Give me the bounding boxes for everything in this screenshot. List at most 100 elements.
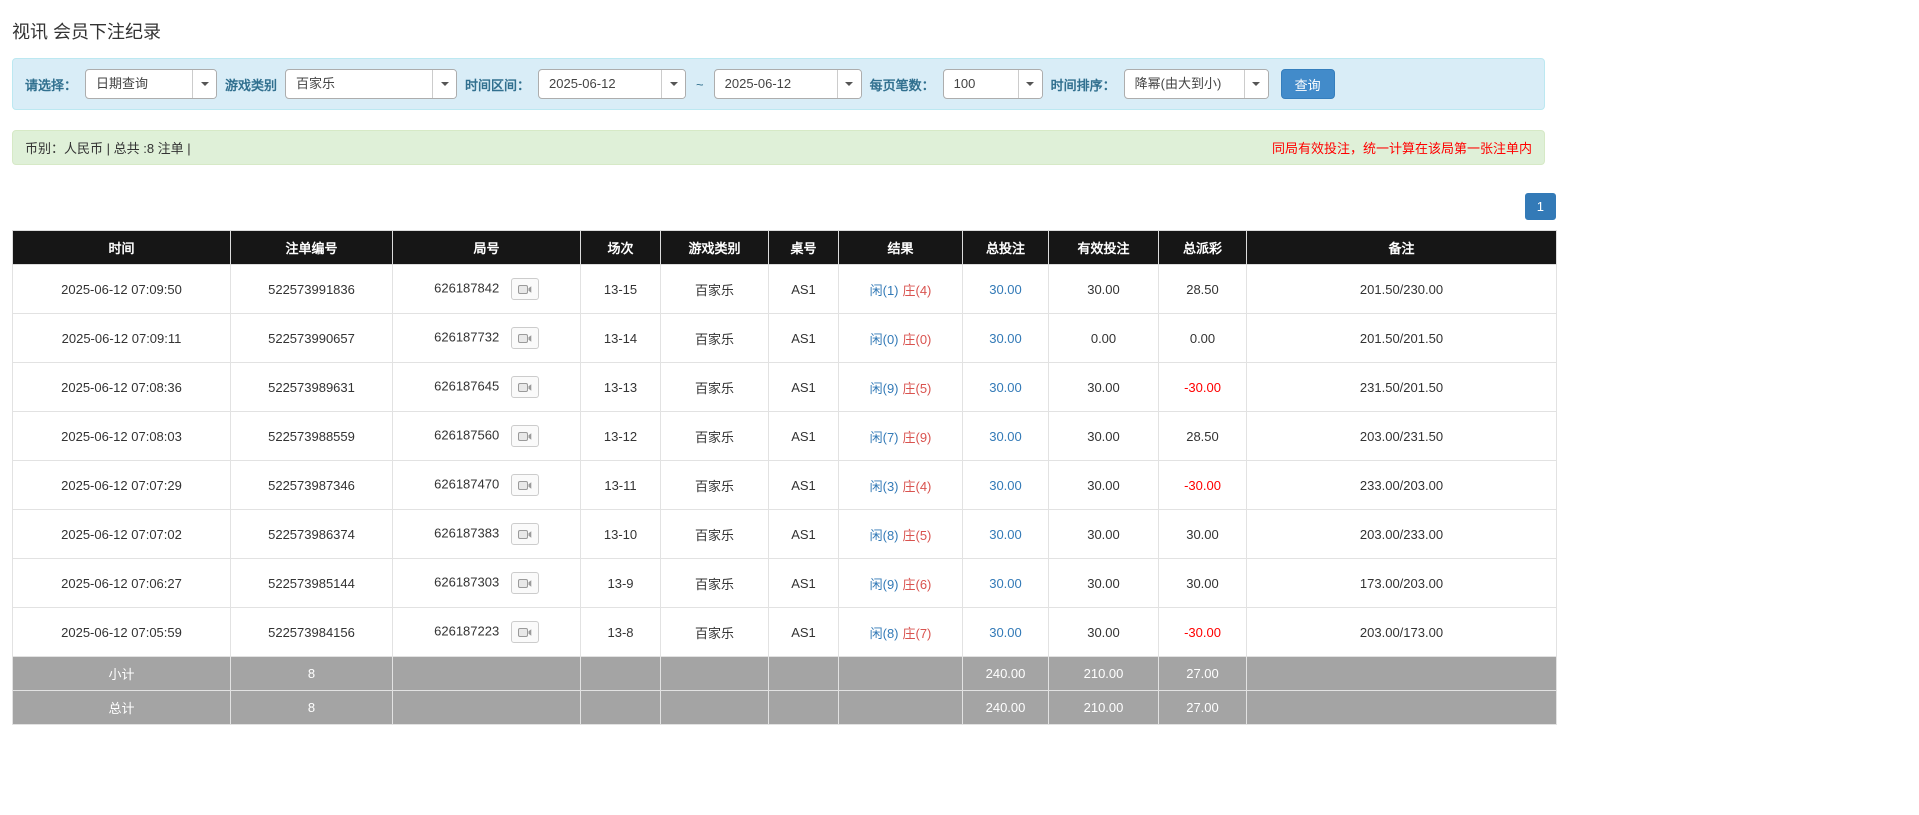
total-count: 8 [231,691,393,725]
header-time: 时间 [13,231,231,265]
subtotal-empty [393,657,581,691]
cell-total-bet: 30.00 [963,314,1049,363]
table-row: 2025-06-12 07:08:03 522573988559 6261875… [13,412,1557,461]
cell-result: 闲(9)庄(5) [839,363,963,412]
cell-time: 2025-06-12 07:07:02 [13,510,231,559]
chevron-down-icon [1018,70,1042,98]
total-bet-link[interactable]: 30.00 [989,331,1022,346]
cell-note: 203.00/173.00 [1247,608,1557,657]
video-replay-icon[interactable] [511,621,539,643]
cell-total-bet: 30.00 [963,608,1049,657]
header-round: 局号 [393,231,581,265]
video-replay-icon[interactable] [511,376,539,398]
query-mode-select[interactable]: 日期查询 [85,69,217,99]
cell-valid-bet: 30.00 [1049,510,1159,559]
cell-session: 13-9 [581,559,661,608]
total-empty [661,691,769,725]
result-player: 闲(9) [870,577,899,592]
result-banker: 庄(5) [903,528,932,543]
cell-round: 626187645 [393,363,581,412]
video-replay-icon[interactable] [511,523,539,545]
result-banker: 庄(4) [903,283,932,298]
table-row: 2025-06-12 07:06:27 522573985144 6261873… [13,559,1557,608]
round-number: 626187842 [434,280,499,295]
cell-time: 2025-06-12 07:06:27 [13,559,231,608]
summary-bar: 币别：人民币 | 总共 :8 注单 | 同局有效投注，统一计算在该局第一张注单内 [12,130,1545,165]
cell-bet-id: 522573987346 [231,461,393,510]
page-title: 视讯 会员下注纪录 [12,18,1545,44]
cell-note: 201.50/201.50 [1247,314,1557,363]
valid-bet-note: 同局有效投注，统一计算在该局第一张注单内 [1272,138,1532,157]
result-player: 闲(8) [870,528,899,543]
subtotal-row: 小计 8 240.00 210.00 27.00 [13,657,1557,691]
per-page-label: 每页笔数： [870,75,935,94]
cell-bet-id: 522573989631 [231,363,393,412]
cell-time: 2025-06-12 07:07:29 [13,461,231,510]
total-bet-link[interactable]: 30.00 [989,527,1022,542]
table-row: 2025-06-12 07:09:50 522573991836 6261878… [13,265,1557,314]
video-replay-icon[interactable] [511,327,539,349]
result-player: 闲(1) [870,283,899,298]
cell-table: AS1 [769,265,839,314]
subtotal-count: 8 [231,657,393,691]
table-row: 2025-06-12 07:07:02 522573986374 6261873… [13,510,1557,559]
cell-table: AS1 [769,510,839,559]
total-bet-link[interactable]: 30.00 [989,625,1022,640]
total-empty [839,691,963,725]
table-row: 2025-06-12 07:07:29 522573987346 6261874… [13,461,1557,510]
search-button[interactable]: 查询 [1281,69,1335,99]
round-number: 626187560 [434,427,499,442]
result-player: 闲(0) [870,332,899,347]
header-result: 结果 [839,231,963,265]
cell-round: 626187470 [393,461,581,510]
result-banker: 庄(7) [903,626,932,641]
header-game-type: 游戏类别 [661,231,769,265]
total-bet-link[interactable]: 30.00 [989,429,1022,444]
total-bet-link[interactable]: 30.00 [989,478,1022,493]
header-valid-bet: 有效投注 [1049,231,1159,265]
total-valid-bet: 210.00 [1049,691,1159,725]
bet-records-table: 时间 注单编号 局号 场次 游戏类别 桌号 结果 总投注 有效投注 总派彩 备注… [12,230,1557,725]
video-replay-icon[interactable] [511,474,539,496]
cell-valid-bet: 30.00 [1049,363,1159,412]
cell-valid-bet: 30.00 [1049,461,1159,510]
video-replay-icon[interactable] [511,572,539,594]
pagination: 1 [12,193,1556,220]
cell-note: 233.00/203.00 [1247,461,1557,510]
total-bet-link[interactable]: 30.00 [989,380,1022,395]
round-number: 626187732 [434,329,499,344]
cell-note: 173.00/203.00 [1247,559,1557,608]
date-to-select[interactable]: 2025-06-12 [714,69,862,99]
cell-session: 13-11 [581,461,661,510]
per-page-select[interactable]: 100 [943,69,1043,99]
cell-bet-id: 522573985144 [231,559,393,608]
total-label: 总计 [13,691,231,725]
video-replay-icon[interactable] [511,425,539,447]
subtotal-payout: 27.00 [1159,657,1247,691]
result-player: 闲(7) [870,430,899,445]
cell-game-type: 百家乐 [661,559,769,608]
chevron-down-icon [837,70,861,98]
total-empty [581,691,661,725]
time-sort-select[interactable]: 降幂(由大到小) [1124,69,1269,99]
cell-result: 闲(8)庄(7) [839,608,963,657]
video-replay-icon[interactable] [511,278,539,300]
result-banker: 庄(9) [903,430,932,445]
total-row: 总计 8 240.00 210.00 27.00 [13,691,1557,725]
result-banker: 庄(0) [903,332,932,347]
game-type-select[interactable]: 百家乐 [285,69,457,99]
subtotal-empty [769,657,839,691]
cell-time: 2025-06-12 07:08:03 [13,412,231,461]
result-banker: 庄(5) [903,381,932,396]
cell-total-bet: 30.00 [963,265,1049,314]
total-bet-link[interactable]: 30.00 [989,282,1022,297]
cell-session: 13-15 [581,265,661,314]
cell-game-type: 百家乐 [661,608,769,657]
total-bet-link[interactable]: 30.00 [989,576,1022,591]
pagination-page-1[interactable]: 1 [1525,193,1556,220]
table-row: 2025-06-12 07:09:11 522573990657 6261877… [13,314,1557,363]
currency-total-text: 币别：人民币 | 总共 :8 注单 | [25,138,191,157]
date-from-select[interactable]: 2025-06-12 [538,69,686,99]
header-session: 场次 [581,231,661,265]
chevron-down-icon [661,70,685,98]
